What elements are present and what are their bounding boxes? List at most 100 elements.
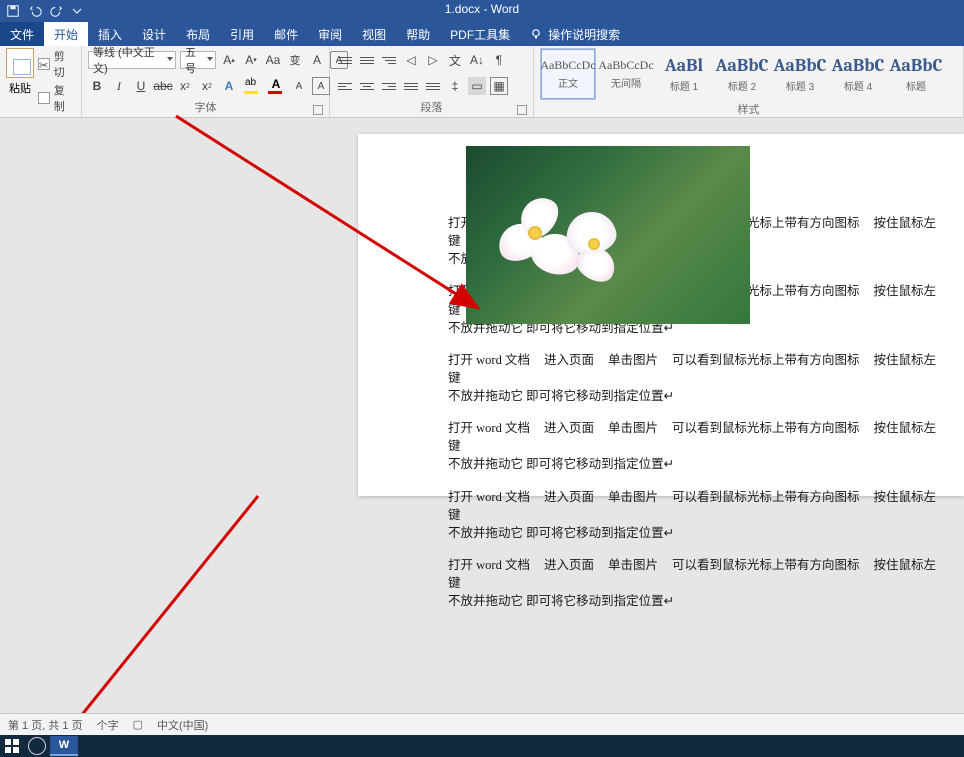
bulb-icon bbox=[530, 28, 542, 40]
align-center-button[interactable] bbox=[358, 77, 376, 95]
language-status[interactable]: 中文(中国) bbox=[157, 717, 208, 733]
grow-font-button[interactable]: A▴ bbox=[220, 51, 238, 69]
tab-references[interactable]: 引用 bbox=[220, 22, 264, 46]
doc-paragraph[interactable]: 打开 word 文档进入页面单击图片可以看到鼠标光标上带有方向图标按住鼠标左键不… bbox=[448, 419, 954, 473]
superscript-button[interactable]: x2 bbox=[198, 77, 216, 95]
word-taskbar-button[interactable]: W bbox=[50, 736, 78, 756]
bold-button[interactable]: B bbox=[88, 77, 106, 95]
paragraph-launcher-icon[interactable] bbox=[517, 105, 527, 115]
spellcheck-icon[interactable]: ▢ bbox=[133, 718, 143, 731]
page-count[interactable]: 第 1 页, 共 1 页 bbox=[8, 717, 83, 733]
redo-icon[interactable] bbox=[50, 4, 64, 18]
style-name: 标题 4 bbox=[844, 78, 872, 93]
show-marks-button[interactable]: ¶ bbox=[490, 51, 508, 69]
page: 打开 word 文档进入页面单击图片可以看到鼠标光标上带有方向图标按住鼠标左键不… bbox=[358, 134, 964, 496]
char-shading-button[interactable]: A bbox=[290, 77, 308, 95]
style-name: 标题 bbox=[906, 78, 926, 93]
style-标题 1[interactable]: AaBl标题 1 bbox=[656, 48, 712, 100]
doc-paragraph[interactable]: 打开 word 文档进入页面单击图片可以看到鼠标光标上带有方向图标按住鼠标左键不… bbox=[448, 488, 954, 542]
clear-formatting-button[interactable]: A bbox=[308, 51, 326, 69]
font-color-button[interactable]: A bbox=[266, 77, 286, 95]
style-name: 标题 3 bbox=[786, 78, 814, 93]
shading-button[interactable]: ▭ bbox=[468, 77, 486, 95]
inline-image[interactable] bbox=[466, 146, 750, 324]
tab-pdfkit[interactable]: PDF工具集 bbox=[440, 22, 520, 46]
style-标题 2[interactable]: AaBbC标题 2 bbox=[714, 48, 770, 100]
style-标题 3[interactable]: AaBbC标题 3 bbox=[772, 48, 828, 100]
paste-button[interactable]: 粘贴 bbox=[6, 48, 34, 96]
font-size-value: 五号 bbox=[185, 44, 201, 76]
style-preview: AaBbCcDc bbox=[540, 58, 595, 73]
chevron-down-icon bbox=[167, 57, 173, 61]
tab-view[interactable]: 视图 bbox=[352, 22, 396, 46]
tab-layout[interactable]: 布局 bbox=[176, 22, 220, 46]
asian-layout-button[interactable]: 文 bbox=[446, 51, 464, 69]
quick-access-toolbar bbox=[0, 4, 86, 18]
style-无间隔[interactable]: AaBbCcDc 无间隔 bbox=[598, 48, 654, 100]
paste-label: 粘贴 bbox=[9, 80, 31, 96]
strikethrough-button[interactable]: abc bbox=[154, 77, 172, 95]
doc-paragraph[interactable]: 打开 word 文档进入页面单击图片可以看到鼠标光标上带有方向图标按住鼠标左键不… bbox=[448, 556, 954, 610]
start-button[interactable] bbox=[0, 735, 24, 757]
style-name: 标题 2 bbox=[728, 78, 756, 93]
group-clipboard: 粘贴 ✂剪切 复制 ✎格式刷 剪贴板 bbox=[0, 46, 82, 117]
borders-button[interactable]: ▦ bbox=[490, 77, 508, 95]
tab-file[interactable]: 文件 bbox=[0, 22, 44, 46]
document-area[interactable]: 打开 word 文档进入页面单击图片可以看到鼠标光标上带有方向图标按住鼠标左键不… bbox=[0, 118, 964, 711]
font-name-combo[interactable]: 等线 (中文正文) bbox=[88, 51, 176, 69]
tab-review[interactable]: 审阅 bbox=[308, 22, 352, 46]
style-preview: AaBbCcDc bbox=[598, 58, 653, 73]
tell-me-search[interactable]: 操作说明搜索 bbox=[520, 22, 630, 46]
change-case-button[interactable]: Aa bbox=[264, 51, 282, 69]
paragraph-group-label: 段落 bbox=[421, 102, 443, 114]
cortana-button[interactable] bbox=[28, 737, 46, 755]
word-count[interactable]: 个字 bbox=[97, 717, 119, 733]
shrink-font-button[interactable]: A▾ bbox=[242, 51, 260, 69]
font-launcher-icon[interactable] bbox=[313, 105, 323, 115]
status-bar: 第 1 页, 共 1 页 个字 ▢ 中文(中国) bbox=[0, 713, 964, 735]
align-distribute-button[interactable] bbox=[424, 77, 442, 95]
style-name: 无间隔 bbox=[611, 75, 641, 90]
cut-button[interactable]: ✂剪切 bbox=[38, 48, 75, 80]
copy-icon bbox=[38, 92, 50, 104]
italic-button[interactable]: I bbox=[110, 77, 128, 95]
decrease-indent-button[interactable]: ◁ bbox=[402, 51, 420, 69]
tab-help[interactable]: 帮助 bbox=[396, 22, 440, 46]
increase-indent-button[interactable]: ▷ bbox=[424, 51, 442, 69]
align-right-button[interactable] bbox=[380, 77, 398, 95]
style-正文[interactable]: AaBbCcDc正文 bbox=[540, 48, 596, 100]
multilevel-button[interactable] bbox=[380, 51, 398, 69]
highlight-button[interactable]: ab bbox=[242, 77, 262, 95]
tab-home[interactable]: 开始 bbox=[44, 22, 88, 46]
title-bar: 1.docx - Word bbox=[0, 0, 964, 22]
line-spacing-button[interactable]: ‡ bbox=[446, 77, 464, 95]
bullets-button[interactable] bbox=[336, 51, 354, 69]
window-title: 1.docx - Word bbox=[445, 2, 519, 16]
font-name-value: 等线 (中文正文) bbox=[93, 44, 161, 76]
group-font: 等线 (中文正文) 五号 A▴ A▾ Aa 变 A A B I U abc x2… bbox=[82, 46, 330, 117]
undo-icon[interactable] bbox=[28, 4, 42, 18]
numbering-button[interactable] bbox=[358, 51, 376, 69]
char-border-button[interactable]: A bbox=[312, 77, 330, 95]
style-标题[interactable]: AaBbC标题 bbox=[888, 48, 944, 100]
copy-button[interactable]: 复制 bbox=[38, 82, 75, 114]
cut-icon: ✂ bbox=[38, 58, 50, 70]
tab-mailings[interactable]: 邮件 bbox=[264, 22, 308, 46]
subscript-button[interactable]: x2 bbox=[176, 77, 194, 95]
phonetic-guide-button[interactable]: 变 bbox=[286, 51, 304, 69]
font-group-label: 字体 bbox=[195, 102, 217, 114]
tab-insert[interactable]: 插入 bbox=[88, 22, 132, 46]
style-标题 4[interactable]: AaBbC标题 4 bbox=[830, 48, 886, 100]
doc-paragraph[interactable]: 打开 word 文档进入页面单击图片可以看到鼠标光标上带有方向图标按住鼠标左键不… bbox=[448, 351, 954, 405]
group-paragraph: ◁ ▷ 文 A↓ ¶ ‡ ▭ ▦ 段落 bbox=[330, 46, 534, 117]
align-left-button[interactable] bbox=[336, 77, 354, 95]
text-effects-button[interactable]: A bbox=[220, 77, 238, 95]
tab-design[interactable]: 设计 bbox=[132, 22, 176, 46]
save-icon[interactable] bbox=[6, 4, 20, 18]
align-justify-button[interactable] bbox=[402, 77, 420, 95]
sort-button[interactable]: A↓ bbox=[468, 51, 486, 69]
font-size-combo[interactable]: 五号 bbox=[180, 51, 216, 69]
style-name: 标题 1 bbox=[670, 78, 698, 93]
underline-button[interactable]: U bbox=[132, 77, 150, 95]
qat-more-icon[interactable] bbox=[72, 4, 86, 18]
